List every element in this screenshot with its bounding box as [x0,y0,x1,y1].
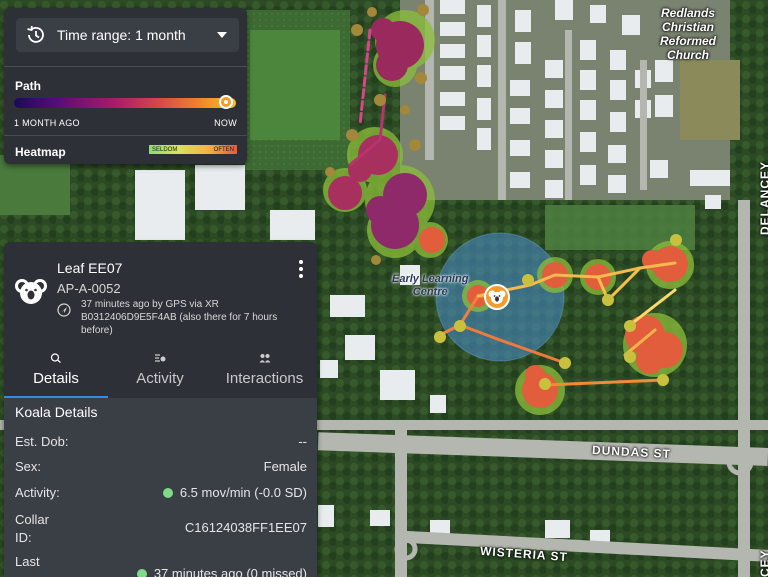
section-title: Koala Details [15,404,98,420]
activity-icon [155,354,166,362]
time-range-select[interactable]: Time range: 1 month [16,18,239,52]
path-end-label: NOW [214,118,237,128]
time-range-label: Time range: 1 month [57,27,186,43]
heatmap-title: Heatmap [15,145,66,159]
history-icon [27,25,44,43]
heatmap-high-label: OFTEN [213,146,234,153]
delancey-st-label: DELANCEY ST [758,161,768,235]
map-controls: Time range: 1 month Path 1 MONTH AGO NOW… [4,8,247,164]
interactions-icon [259,354,270,363]
early-learning-centre-label: Early Learning Centre [392,273,469,298]
delancey-st-bottom-label: CEY ST [758,549,768,577]
path-start-label: 1 MONTH AGO [14,118,80,128]
path-time-slider-handle[interactable] [219,95,233,109]
panel-tabs: Details Activity Interactions [4,350,317,398]
details-icon [50,353,61,363]
location-arrow-icon [57,303,71,317]
tab-details[interactable]: Details [4,350,108,398]
last-location-text: 37 minutes ago by GPS via XR B0312406D9E… [81,299,278,336]
last-status-dot [136,569,147,577]
koala-icon [488,290,506,304]
koala-avatar-icon [15,279,47,304]
heatmap-low-label: SELDOM [152,146,178,153]
more-options-icon[interactable] [299,260,303,281]
koala-marker[interactable] [484,284,510,310]
koala-details-section: Koala Details Est. Dob: -- Sex: Female A… [4,398,317,577]
chevron-down-icon [217,32,227,38]
tab-activity[interactable]: Activity [108,350,212,396]
activity-status-dot [162,488,173,498]
koala-details-panel: Leaf EE07 AP-A-0052 37 minutes ago by GP… [4,242,317,577]
koala-tag: AP-A-0052 [57,281,121,296]
divider [4,66,247,67]
tab-interactions[interactable]: Interactions [212,350,317,396]
detail-row-collar-id: Collar ID: C16124038FF1EE07 [15,512,307,545]
church-label: Redlands Christian Reformed Church [660,6,717,62]
koala-name: Leaf EE07 [57,260,123,276]
heatmap-legend: SELDOM OFTEN [149,145,237,154]
path-time-slider-track[interactable] [14,98,236,108]
divider [4,135,247,136]
path-title: Path [15,79,42,93]
